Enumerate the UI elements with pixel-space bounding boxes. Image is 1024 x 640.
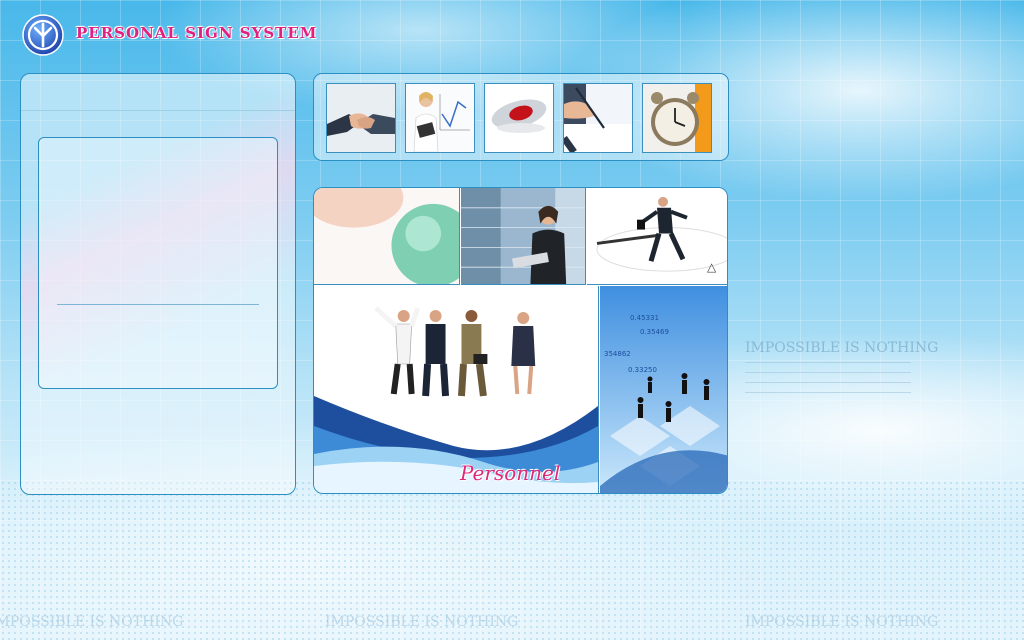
photo-collage: △ Personnel 0.45331 0.35469 354862 0.332… (313, 187, 728, 494)
background-ghost-lines (745, 362, 911, 422)
background-slogan: IMPOSSIBLE IS NOTHING (745, 340, 939, 356)
businesswoman-photo (461, 188, 586, 285)
business-strategy-photo: 0.45331 0.35469 354862 0.33250 (600, 286, 727, 493)
alarm-clock-icon[interactable] (642, 83, 712, 153)
content-divider (57, 304, 259, 305)
running-businessman-photo: △ (587, 188, 727, 285)
svg-text:0.33250: 0.33250 (628, 366, 657, 374)
team-wave-banner: Personnel (314, 286, 599, 493)
svg-text:△: △ (707, 260, 717, 274)
background-slogan-bottom-3: IMPOSSIBLE IS NOTHING (745, 614, 939, 630)
background-slogan-bottom-2: IMPOSSIBLE IS NOTHING (325, 614, 519, 630)
computer-mouse-icon[interactable] (484, 83, 554, 153)
left-info-panel (20, 73, 296, 495)
svg-text:0.45331: 0.45331 (630, 314, 659, 322)
app-title: PERSONAL SIGN SYSTEM (76, 24, 318, 42)
green-sphere-photo (314, 188, 460, 285)
round-emblem-icon (22, 14, 64, 56)
handshake-icon[interactable] (326, 83, 396, 153)
login-content-box (38, 137, 278, 389)
pen-signing-icon[interactable] (563, 83, 633, 153)
personnel-banner-text: Personnel (460, 461, 561, 485)
presenter-chart-icon[interactable] (405, 83, 475, 153)
background-slogan-bottom-1: IMPOSSIBLE IS NOTHING (0, 614, 184, 630)
svg-text:0.35469: 0.35469 (640, 328, 669, 336)
svg-text:354862: 354862 (604, 350, 631, 358)
thumbnail-strip (313, 73, 729, 161)
panel-header-divider (21, 110, 295, 111)
